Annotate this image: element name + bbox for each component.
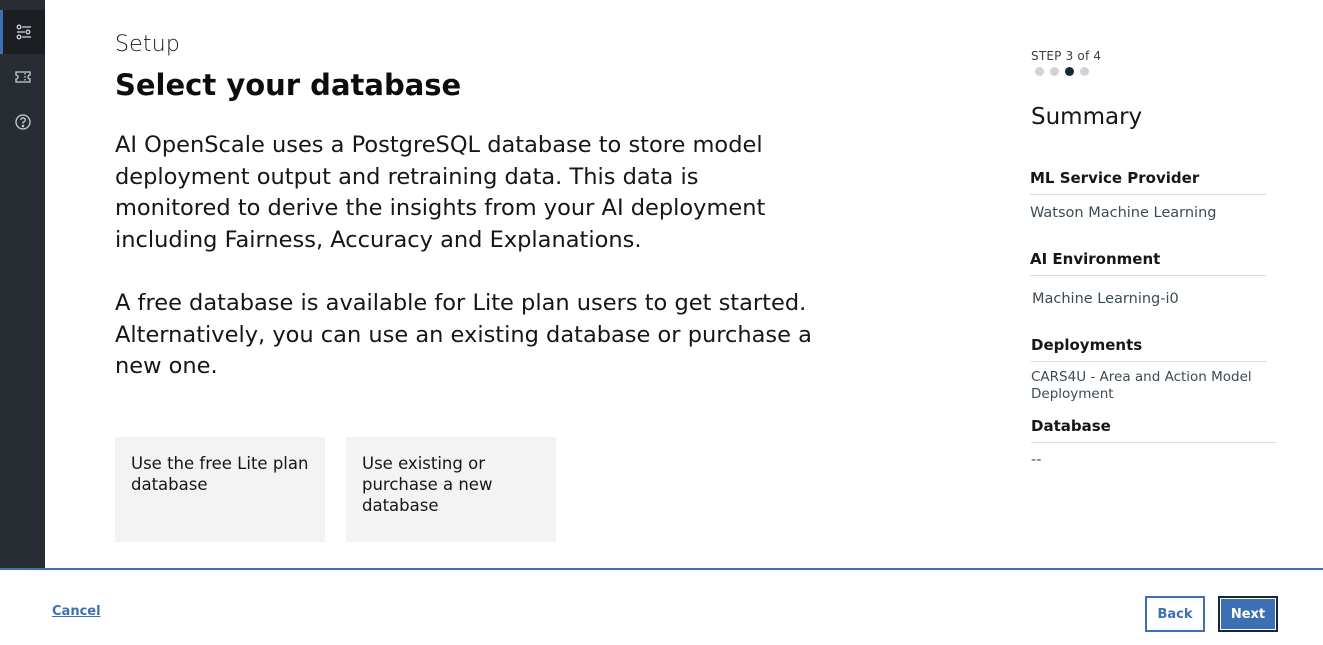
summary-value: CARS4U - Area and Action Model Deploymen… — [1031, 369, 1252, 402]
section-label: Setup — [115, 32, 181, 57]
step-indicator-label: STEP 3 of 4 — [1031, 49, 1102, 63]
summary-heading: ML Service Provider — [1030, 169, 1266, 195]
description-paragraph: AI OpenScale uses a PostgreSQL database … — [115, 132, 766, 253]
help-icon — [14, 114, 31, 130]
cancel-link[interactable]: Cancel — [52, 604, 101, 619]
summary-value: Machine Learning-i0 — [1032, 291, 1179, 307]
settings-sliders-icon — [16, 24, 31, 40]
sidebar-item-help[interactable] — [0, 100, 45, 144]
step-dot — [1035, 67, 1044, 76]
tile-label: Use existing or purchase a new database — [362, 454, 493, 515]
step-dot — [1080, 67, 1089, 76]
summary-heading: Database — [1031, 417, 1276, 443]
lite-plan-paragraph: A free database is available for Lite pl… — [115, 290, 812, 379]
step-dot — [1050, 67, 1059, 76]
page-title: Select your database — [115, 68, 462, 102]
left-sidebar — [0, 0, 45, 569]
summary-heading: Deployments — [1031, 336, 1267, 362]
next-button[interactable]: Next — [1218, 596, 1278, 632]
step-progress-dots — [1035, 67, 1089, 76]
summary-heading: AI Environment — [1030, 250, 1266, 276]
back-button[interactable]: Back — [1145, 596, 1205, 632]
sidebar-item-ticket[interactable] — [0, 55, 45, 99]
ticket-icon — [14, 71, 31, 83]
sidebar-item-configure[interactable] — [0, 10, 45, 54]
summary-title: Summary — [1031, 104, 1143, 130]
footer-divider — [0, 568, 1323, 570]
tile-label: Use the free Lite plan database — [131, 454, 309, 494]
summary-value: Watson Machine Learning — [1030, 205, 1217, 221]
step-dot-current — [1065, 67, 1074, 76]
existing-database-tile[interactable]: Use existing or purchase a new database — [346, 437, 556, 542]
summary-value: -- — [1031, 452, 1042, 468]
lite-plan-database-tile[interactable]: Use the free Lite plan database — [115, 437, 325, 542]
